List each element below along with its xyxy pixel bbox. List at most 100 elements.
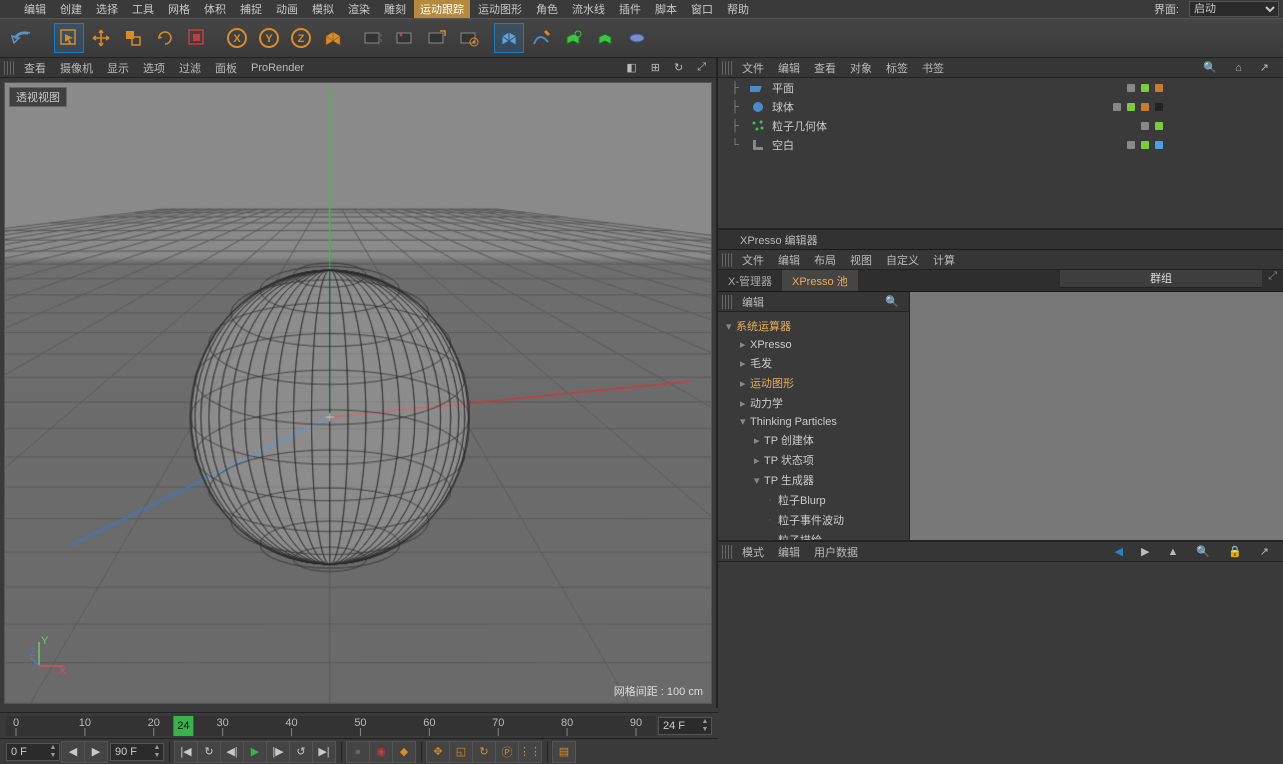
object-row[interactable]: ├平面 bbox=[718, 78, 1283, 97]
search-icon[interactable]: 🔍 bbox=[879, 295, 905, 308]
xpresso-node[interactable]: ·粒子描绘 bbox=[718, 530, 909, 540]
add-deformer-button[interactable] bbox=[590, 23, 620, 53]
xpresso-node[interactable]: ▸XPresso bbox=[718, 336, 909, 353]
om-menu-file[interactable]: 文件 bbox=[736, 60, 770, 76]
vp-nav-icon[interactable]: ◧ bbox=[620, 61, 642, 74]
render-pv-button[interactable] bbox=[390, 23, 420, 53]
object-row[interactable]: ├粒子几何体 bbox=[718, 116, 1283, 135]
vp-menu-panel[interactable]: 面板 bbox=[209, 60, 243, 76]
loop2-button[interactable]: ↺ bbox=[289, 741, 313, 763]
attr-menu-userdata[interactable]: 用户数据 bbox=[808, 544, 864, 560]
range-end-button[interactable]: ▶ bbox=[84, 741, 108, 763]
xpresso-node[interactable]: ·粒子Blurp bbox=[718, 490, 909, 510]
key-rot-button[interactable]: ↻ bbox=[472, 741, 496, 763]
play-button[interactable]: ▶ bbox=[243, 741, 267, 763]
menu-tools[interactable]: 工具 bbox=[126, 0, 160, 18]
xp-menu-custom[interactable]: 自定义 bbox=[880, 252, 925, 268]
key-param-button[interactable]: Ⓟ bbox=[495, 741, 519, 763]
xp-tab-manager[interactable]: X-管理器 bbox=[718, 270, 782, 291]
xpresso-node[interactable]: ▸TP 创建体 bbox=[718, 430, 909, 450]
vp-nav-icon4[interactable]: ⤢ bbox=[691, 61, 712, 74]
attr-menu-mode[interactable]: 模式 bbox=[736, 544, 770, 560]
xp-menu-layout[interactable]: 布局 bbox=[808, 252, 842, 268]
xp-menu-file[interactable]: 文件 bbox=[736, 252, 770, 268]
render-settings-button[interactable] bbox=[454, 23, 484, 53]
undo-button[interactable] bbox=[4, 23, 44, 53]
menu-animate[interactable]: 动画 bbox=[270, 0, 304, 18]
vp-menu-filter[interactable]: 过滤 bbox=[173, 60, 207, 76]
menu-script[interactable]: 脚本 bbox=[649, 0, 683, 18]
undock-icon[interactable]: ↗ bbox=[1254, 545, 1275, 558]
end-frame-spin[interactable]: 90 F▲▼ bbox=[110, 743, 164, 761]
expand-icon[interactable]: ⤢ bbox=[1262, 270, 1283, 291]
grip-icon[interactable] bbox=[722, 61, 734, 75]
dopesheet-button[interactable]: ▤ bbox=[552, 741, 576, 763]
menu-character[interactable]: 角色 bbox=[530, 0, 564, 18]
menu-mesh[interactable]: 网格 bbox=[162, 0, 196, 18]
start-frame-spin[interactable]: 0 F▲▼ bbox=[6, 743, 60, 761]
xp-menu-view[interactable]: 视图 bbox=[844, 252, 878, 268]
grip-icon[interactable] bbox=[722, 253, 734, 267]
xpresso-node[interactable]: ▾系统运算器 bbox=[718, 316, 909, 336]
menu-window[interactable]: 窗口 bbox=[685, 0, 719, 18]
vp-menu-camera[interactable]: 摄像机 bbox=[54, 60, 99, 76]
menu-mograph[interactable]: 运动图形 bbox=[472, 0, 528, 18]
xpresso-node[interactable]: ▾Thinking Particles bbox=[718, 413, 909, 430]
keysel-button[interactable]: ◆ bbox=[392, 741, 416, 763]
z-axis-button[interactable]: Z bbox=[286, 23, 316, 53]
xp-menu-calc[interactable]: 计算 bbox=[927, 252, 961, 268]
menu-sculpt[interactable]: 雕刻 bbox=[378, 0, 412, 18]
om-menu-bookmarks[interactable]: 书签 bbox=[916, 60, 950, 76]
record-button[interactable]: ● bbox=[346, 741, 370, 763]
viewport-3d[interactable]: 透视视图 网格间距 : 100 cm YXZ bbox=[4, 82, 712, 704]
move-button[interactable] bbox=[86, 23, 116, 53]
key-pos-button[interactable]: ✥ bbox=[426, 741, 450, 763]
menu-snap[interactable]: 捕捉 bbox=[234, 0, 268, 18]
menu-render[interactable]: 渲染 bbox=[342, 0, 376, 18]
xpresso-node[interactable]: ▸TP 状态项 bbox=[718, 450, 909, 470]
scale-button[interactable] bbox=[118, 23, 148, 53]
vp-menu-view[interactable]: 查看 bbox=[18, 60, 52, 76]
menu-plugins[interactable]: 插件 bbox=[613, 0, 647, 18]
xpresso-node[interactable]: ▸动力学 bbox=[718, 393, 909, 413]
render-region-button[interactable] bbox=[422, 23, 452, 53]
loop-button[interactable]: ↻ bbox=[197, 741, 221, 763]
nav-fwd-icon[interactable]: ▶ bbox=[1135, 545, 1155, 558]
xp-edit-header[interactable]: 编辑 bbox=[736, 294, 770, 310]
xpresso-tree[interactable]: ▾系统运算器▸XPresso▸毛发▸运动图形▸动力学▾Thinking Part… bbox=[718, 312, 909, 540]
search-icon[interactable]: 🔍 bbox=[1190, 545, 1216, 558]
prev-key-button[interactable]: ◀| bbox=[220, 741, 244, 763]
om-undock-icon[interactable]: ↗ bbox=[1254, 61, 1275, 74]
xpresso-node[interactable]: ▸毛发 bbox=[718, 353, 909, 373]
live-select-button[interactable] bbox=[54, 23, 84, 53]
nav-back-icon[interactable]: ◀ bbox=[1109, 545, 1129, 558]
next-key-button[interactable]: |▶ bbox=[266, 741, 290, 763]
add-generator-button[interactable] bbox=[558, 23, 588, 53]
key-scale-button[interactable]: ◱ bbox=[449, 741, 473, 763]
menu-tracker[interactable]: 运动跟踪 bbox=[414, 0, 470, 18]
autokey-button[interactable]: ◉ bbox=[369, 741, 393, 763]
current-frame-spin[interactable]: 24 F▲▼ bbox=[658, 717, 712, 735]
xpresso-canvas[interactable] bbox=[910, 292, 1283, 540]
xp-tab-pool[interactable]: XPresso 池 bbox=[782, 270, 858, 291]
coord-sys-button[interactable] bbox=[318, 23, 348, 53]
key-pla-button[interactable]: ⋮⋮ bbox=[518, 741, 542, 763]
menu-volume[interactable]: 体积 bbox=[198, 0, 232, 18]
vp-menu-prorender[interactable]: ProRender bbox=[245, 62, 310, 74]
vp-nav-icon2[interactable]: ⊞ bbox=[645, 61, 666, 74]
timeline-ruler[interactable]: 010203040506070809024 bbox=[6, 716, 656, 736]
xpresso-node[interactable]: ▸运动图形 bbox=[718, 373, 909, 393]
om-menu-view[interactable]: 查看 bbox=[808, 60, 842, 76]
om-menu-object[interactable]: 对象 bbox=[844, 60, 878, 76]
x-axis-button[interactable]: X bbox=[222, 23, 252, 53]
om-home-icon[interactable]: ⌂ bbox=[1229, 62, 1248, 74]
menu-select[interactable]: 选择 bbox=[90, 0, 124, 18]
om-search-icon[interactable]: 🔍 bbox=[1197, 61, 1223, 74]
vp-menu-display[interactable]: 显示 bbox=[101, 60, 135, 76]
rotate-button[interactable] bbox=[150, 23, 180, 53]
menu-pipeline[interactable]: 流水线 bbox=[566, 0, 611, 18]
attr-menu-edit[interactable]: 编辑 bbox=[772, 544, 806, 560]
y-axis-button[interactable]: Y bbox=[254, 23, 284, 53]
add-primitive-button[interactable] bbox=[494, 23, 524, 53]
add-spline-button[interactable] bbox=[526, 23, 556, 53]
